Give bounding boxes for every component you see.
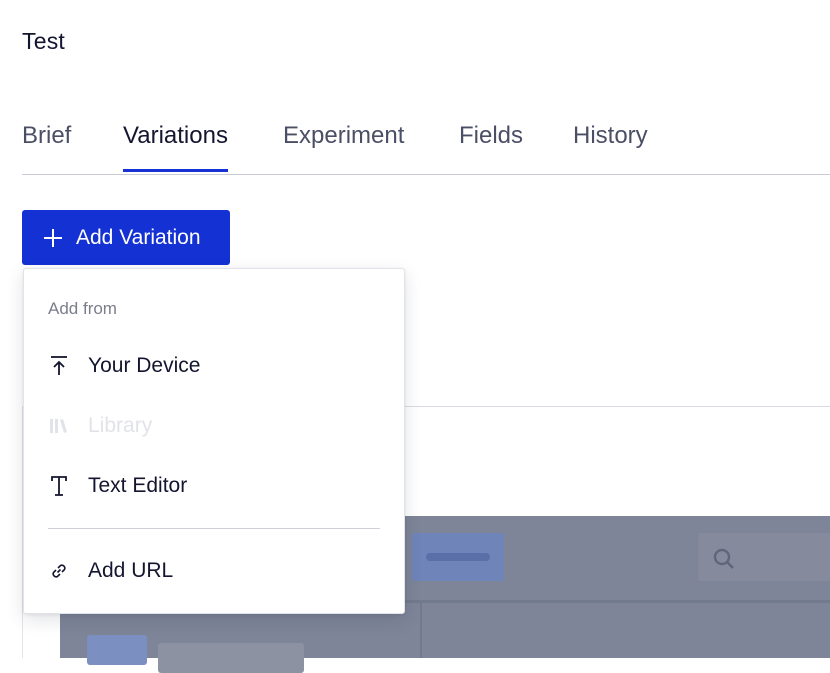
add-from-menu: Add from Your Device Library Text Editor…	[23, 268, 405, 614]
library-icon	[48, 415, 70, 437]
tab-brief[interactable]: Brief	[22, 118, 71, 172]
menu-item-library: Library	[24, 401, 404, 451]
add-variation-label: Add Variation	[76, 225, 201, 249]
tab-bar: Brief Variations Experiment Fields Histo…	[22, 118, 830, 175]
menu-item-text-editor[interactable]: Text Editor	[24, 461, 404, 511]
menu-item-label: Library	[88, 414, 153, 437]
text-icon	[48, 475, 70, 497]
preview-search-box	[698, 533, 830, 581]
plus-icon	[42, 227, 64, 249]
tab-variations[interactable]: Variations	[123, 118, 228, 172]
page-title: Test	[22, 28, 65, 54]
menu-item-your-device[interactable]: Your Device	[24, 341, 404, 391]
tab-fields[interactable]: Fields	[459, 118, 523, 172]
menu-item-add-url[interactable]: Add URL	[24, 546, 404, 596]
menu-heading: Add from	[48, 299, 117, 318]
link-icon	[48, 560, 70, 582]
preview-chip	[158, 643, 304, 673]
search-icon	[712, 547, 736, 576]
menu-item-label: Your Device	[88, 354, 201, 377]
upload-icon	[48, 355, 70, 377]
tab-history[interactable]: History	[573, 118, 648, 172]
menu-item-label: Text Editor	[88, 474, 188, 497]
preview-chip	[87, 635, 147, 665]
menu-separator	[48, 528, 380, 529]
content-divider	[404, 406, 830, 407]
add-variation-button[interactable]: Add Variation	[22, 210, 230, 265]
tab-experiment[interactable]: Experiment	[283, 118, 404, 172]
preview-button	[412, 533, 504, 581]
menu-item-label: Add URL	[88, 559, 174, 582]
